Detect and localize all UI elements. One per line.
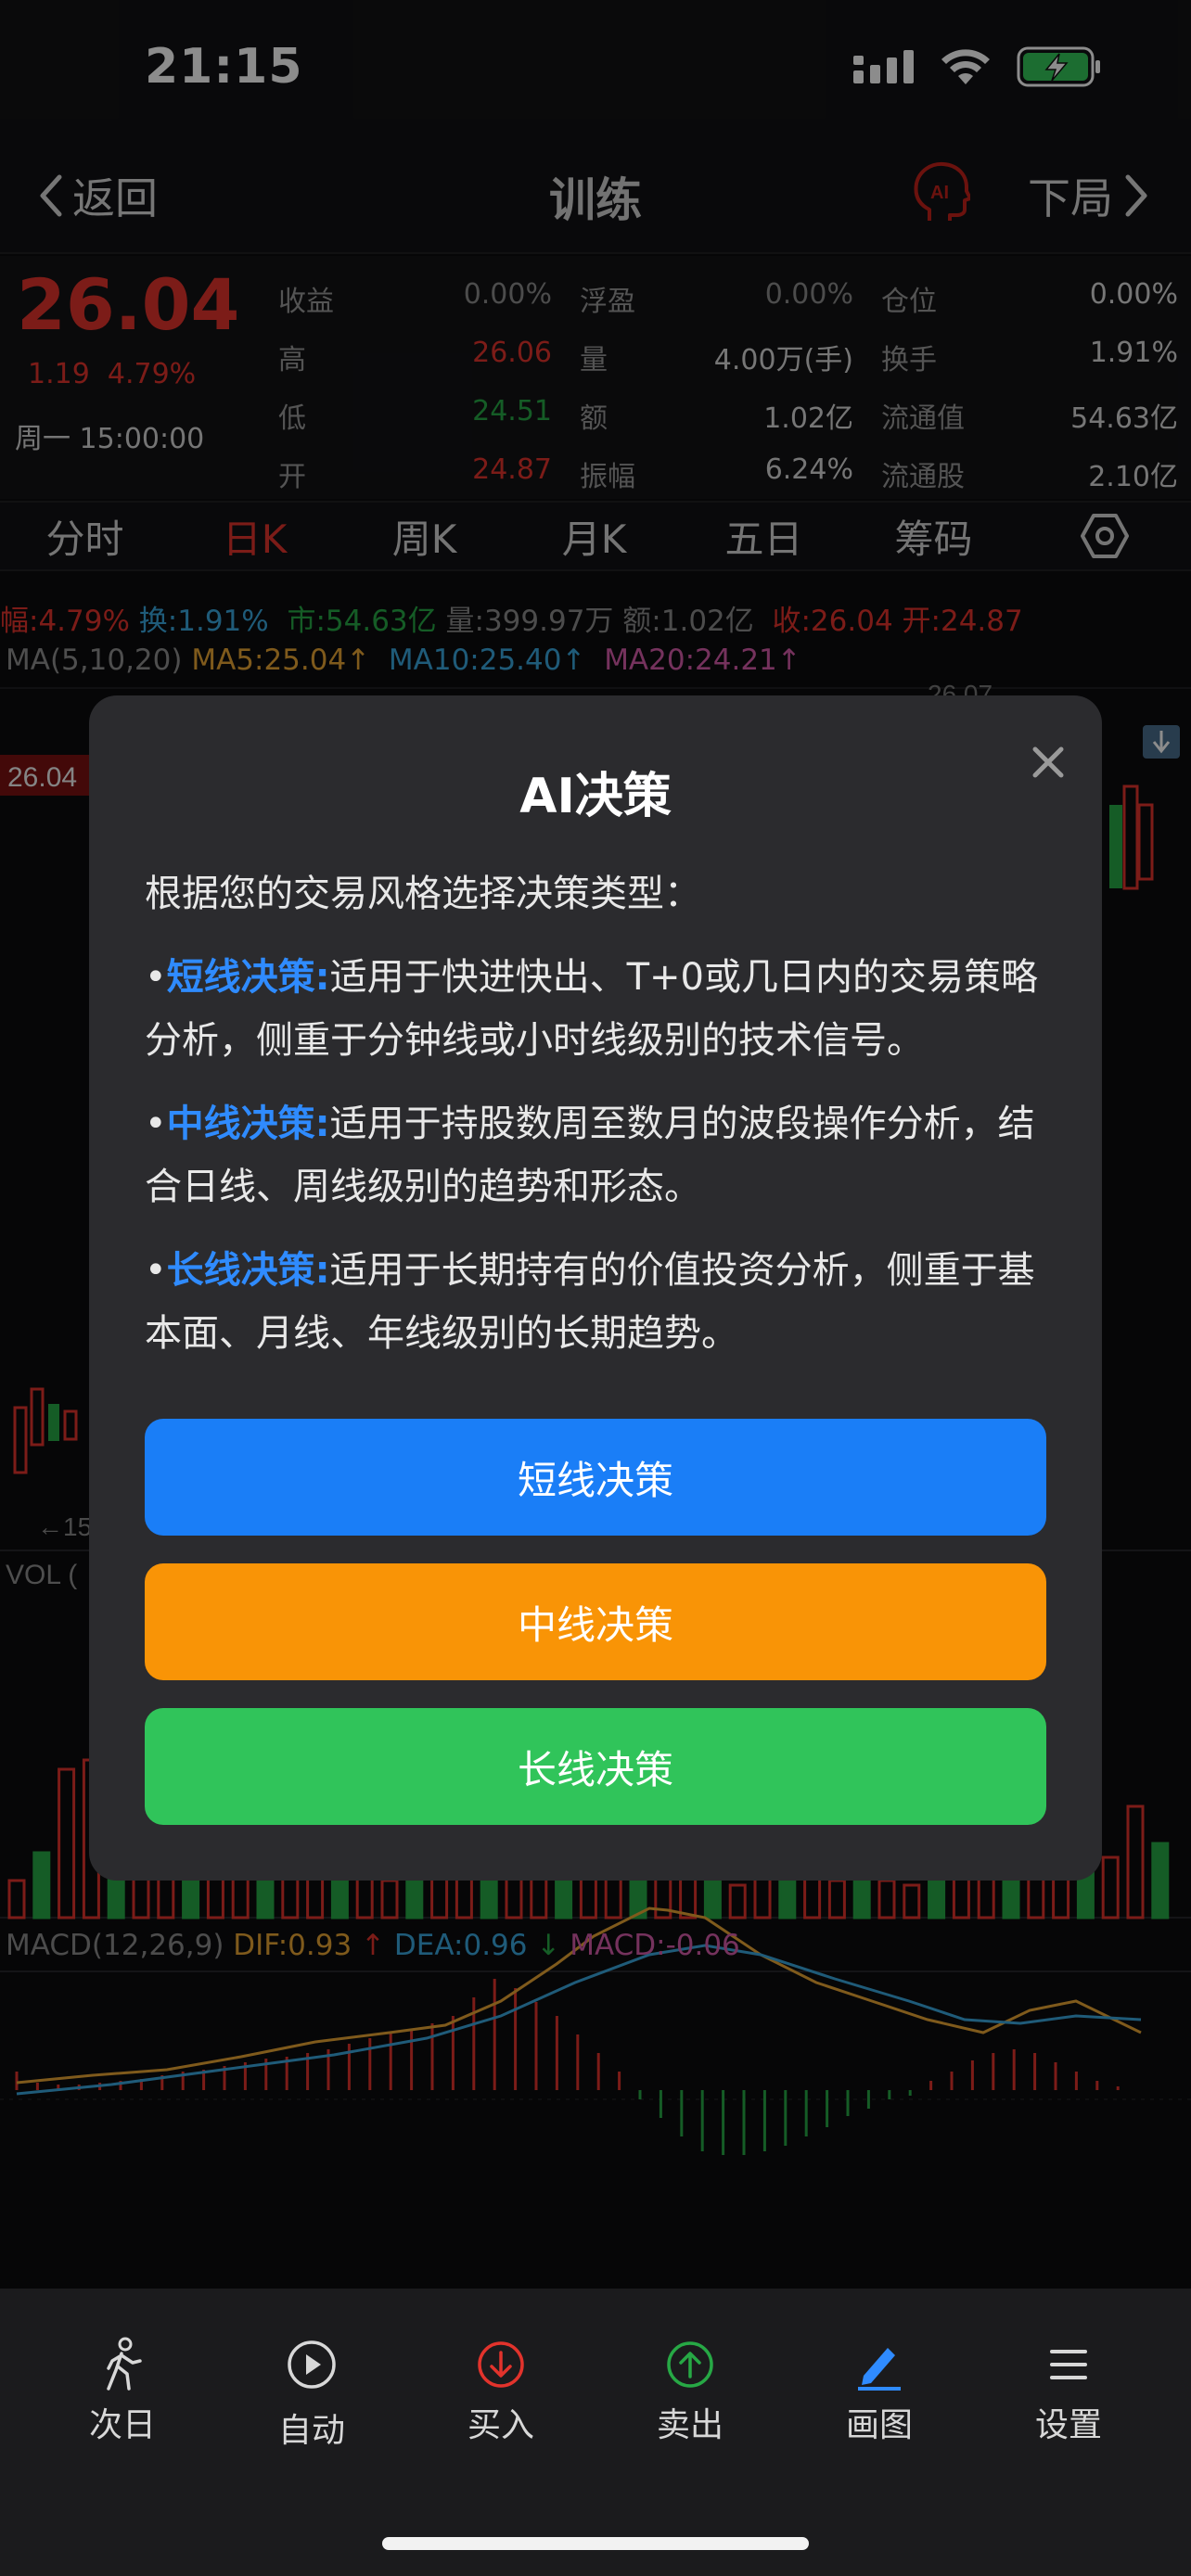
decision-item-short: •短线决策:适用于快进快出、T+0或几日内的交易策略分析，侧重于分钟线或小时线级… [145, 946, 1054, 1072]
auto-play-label: 自动 [277, 2412, 345, 2450]
sell-button[interactable]: 卖出 [625, 2335, 755, 2446]
walking-person-icon [107, 2337, 142, 2391]
play-circle-icon [288, 2340, 336, 2389]
menu-lines-icon [1050, 2350, 1087, 2379]
long-term-decision-button[interactable]: 长线决策 [145, 1708, 1046, 1825]
draw-label: 画图 [845, 2406, 913, 2444]
sell-label: 卖出 [656, 2406, 724, 2444]
close-button[interactable] [1020, 734, 1076, 790]
auto-play-button[interactable]: 自动 [247, 2335, 377, 2452]
decision-name-long: 长线决策: [166, 1249, 330, 1292]
down-arrow-circle-icon [478, 2341, 524, 2388]
bullet: • [145, 1103, 167, 1145]
settings-button[interactable]: 设置 [1004, 2335, 1133, 2446]
close-icon [1032, 746, 1064, 778]
home-indicator[interactable] [382, 2537, 809, 2550]
decision-item-mid: •中线决策:适用于持股数周至数月的波段操作分析，结合日线、周线级别的趋势和形态。 [145, 1092, 1054, 1218]
bullet: • [145, 1249, 167, 1292]
decision-item-long: •长线决策:适用于长期持有的价值投资分析，侧重于基本面、月线、年线级别的长期趋势… [145, 1239, 1054, 1365]
ai-decision-dialog: AI决策 根据您的交易风格选择决策类型： •短线决策:适用于快进快出、T+0或几… [89, 695, 1102, 1881]
decision-name-short: 短线决策: [166, 956, 330, 999]
dialog-title: AI决策 [519, 769, 672, 824]
bullet: • [145, 956, 167, 999]
pencil-icon [858, 2348, 901, 2391]
draw-button[interactable]: 画图 [814, 2335, 944, 2446]
next-day-label: 次日 [88, 2406, 156, 2444]
dialog-intro: 根据您的交易风格选择决策类型： [145, 873, 701, 915]
bottom-toolbar: 次日 自动 买入 卖出 画图 设置 [0, 2289, 1191, 2576]
buy-label: 买入 [467, 2406, 534, 2444]
buy-button[interactable]: 买入 [436, 2335, 566, 2446]
decision-name-mid: 中线决策: [166, 1103, 330, 1145]
settings-label: 设置 [1034, 2406, 1102, 2444]
next-day-button[interactable]: 次日 [58, 2335, 187, 2446]
dialog-body: 根据您的交易风格选择决策类型： •短线决策:适用于快进快出、T+0或几日内的交易… [145, 862, 1054, 1385]
up-arrow-circle-icon [667, 2341, 713, 2388]
mid-term-decision-button[interactable]: 中线决策 [145, 1563, 1046, 1680]
short-term-decision-button[interactable]: 短线决策 [145, 1419, 1046, 1536]
